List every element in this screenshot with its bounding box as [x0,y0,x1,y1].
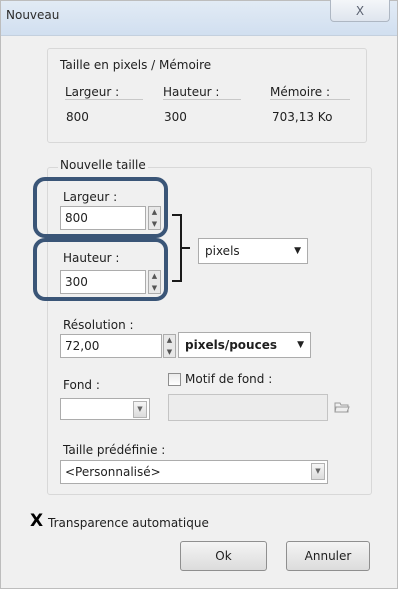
memory-memory-label: Mémoire : [270,85,350,100]
transparency-label: Transparence automatique [48,516,209,530]
unit-select[interactable]: pixels ▼ [198,238,308,264]
pattern-field [168,394,328,421]
width-label: Largeur : [63,190,118,204]
resolution-unit-select[interactable]: pixels/pouces ▼ [178,332,311,358]
chevron-down-icon: ▼ [133,401,147,418]
window-title: Nouveau [6,8,60,22]
unit-select-value: pixels [205,244,240,258]
pattern-checkbox[interactable] [168,373,181,386]
fond-select[interactable]: ▼ [60,398,150,420]
width-stepper[interactable]: ▲ ▼ [148,206,161,230]
chevron-down-icon: ▼ [151,284,158,292]
cancel-button[interactable]: Annuler [286,541,370,571]
folder-browse-icon[interactable] [334,400,350,414]
height-stepper[interactable]: ▲ ▼ [148,270,161,294]
chevron-up-icon: ▲ [151,272,158,280]
chevron-down-icon: ▼ [311,463,325,480]
new-size-group-label: Nouvelle taille [58,158,148,172]
chevron-down-icon: ▼ [166,348,173,356]
resolution-unit-value: pixels/pouces [185,338,277,352]
resolution-stepper[interactable]: ▲ ▼ [163,334,176,358]
preset-select-value: <Personnalisé> [65,465,161,479]
memory-width-label: Largeur : [65,85,143,100]
chevron-down-icon: ▼ [297,340,304,350]
preset-select[interactable]: <Personnalisé> ▼ [60,460,328,484]
chevron-down-icon: ▼ [151,220,158,228]
fond-label: Fond : [63,378,100,392]
chevron-up-icon: ▲ [151,208,158,216]
pattern-label: Motif de fond : [185,372,273,386]
chevron-up-icon: ▲ [166,336,173,344]
memory-width-value: 800 [66,110,89,124]
bracket-icon [172,214,182,282]
height-input[interactable]: 300 [60,270,146,294]
resolution-input[interactable]: 72,00 [60,334,162,358]
memory-height-label: Hauteur : [163,85,241,100]
close-icon: X [355,4,365,18]
close-button[interactable]: X [330,0,390,22]
preset-label: Taille prédéfinie : [63,443,166,457]
bracket-tick [182,247,190,249]
memory-height-value: 300 [164,110,187,124]
memory-size-value: 703,13 Ko [272,110,333,124]
ok-button[interactable]: Ok [180,541,267,571]
memory-group-label: Taille en pixels / Mémoire [60,58,212,72]
transparency-checkbox[interactable]: X [30,512,48,530]
resolution-label: Résolution : [63,318,134,332]
height-label: Hauteur : [63,251,120,265]
chevron-down-icon: ▼ [294,246,301,256]
width-input[interactable]: 800 [60,206,146,230]
x-mark-icon: X [30,511,44,531]
